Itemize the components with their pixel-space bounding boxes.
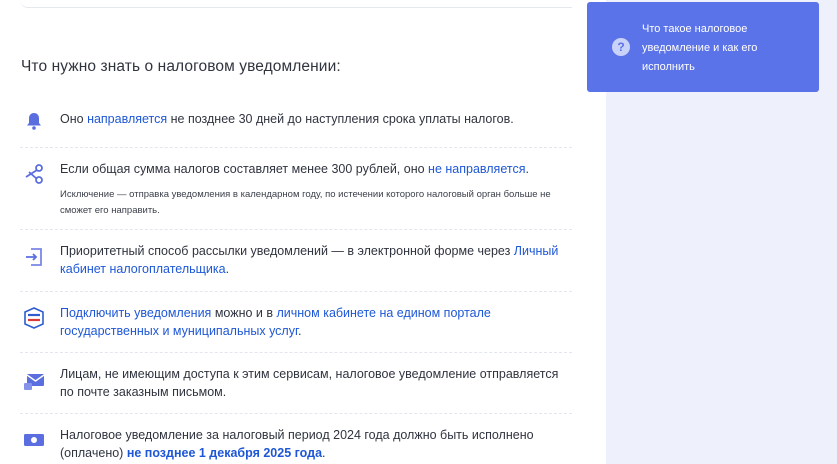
question-icon: ? bbox=[612, 38, 630, 56]
item-text: Если общая сумма налогов составляет мене… bbox=[60, 162, 529, 176]
divider bbox=[20, 413, 572, 414]
list-item: Приоритетный способ рассылки уведомлений… bbox=[20, 242, 572, 282]
section-heading: Что нужно знать о налоговом уведомлении: bbox=[21, 58, 341, 75]
list-item: Налоговое уведомление за налоговый перио… bbox=[20, 426, 572, 464]
gosuslugi-logo-icon bbox=[22, 306, 46, 330]
divider bbox=[20, 147, 572, 148]
top-divider bbox=[20, 0, 572, 8]
not-directed-link[interactable]: не направляется bbox=[428, 162, 525, 176]
money-icon bbox=[22, 428, 46, 452]
login-icon bbox=[22, 245, 46, 269]
divider bbox=[20, 229, 572, 230]
directed-link[interactable]: направляется bbox=[87, 112, 167, 126]
list-item: Подключить уведомления можно и в личном … bbox=[20, 304, 572, 344]
list-item: Если общая сумма налогов составляет мене… bbox=[20, 160, 572, 220]
content-card: Что нужно знать о налоговом уведомлении:… bbox=[0, 0, 606, 464]
item-text: Оно направляется не позднее 30 дней до н… bbox=[60, 112, 514, 126]
divider bbox=[20, 291, 572, 292]
list-item: Оно направляется не позднее 30 дней до н… bbox=[20, 110, 572, 134]
connect-notifications-link[interactable]: Подключить уведомления bbox=[60, 306, 211, 320]
item-text: Приоритетный способ рассылки уведомлений… bbox=[60, 244, 559, 276]
scissors-icon bbox=[22, 162, 46, 186]
item-text: Налоговое уведомление за налоговый перио… bbox=[60, 428, 534, 460]
item-text: Лицам, не имеющим доступа к этим сервиса… bbox=[60, 367, 559, 399]
exception-note: Исключение — отправка уведомления в кале… bbox=[60, 189, 551, 216]
sidebar-link-tax-notice[interactable]: ? Что такое налоговое уведомление и как … bbox=[587, 2, 819, 92]
deadline-link[interactable]: не позднее 1 декабря 2025 года bbox=[127, 446, 322, 460]
sidebar-link-label: Что такое налоговое уведомление и как ег… bbox=[642, 23, 758, 73]
divider bbox=[20, 352, 572, 353]
mail-lock-icon bbox=[22, 370, 46, 394]
list-item: Лицам, не имеющим доступа к этим сервиса… bbox=[20, 365, 572, 405]
bell-icon bbox=[22, 109, 46, 133]
item-text: Подключить уведомления можно и в личном … bbox=[60, 306, 491, 338]
